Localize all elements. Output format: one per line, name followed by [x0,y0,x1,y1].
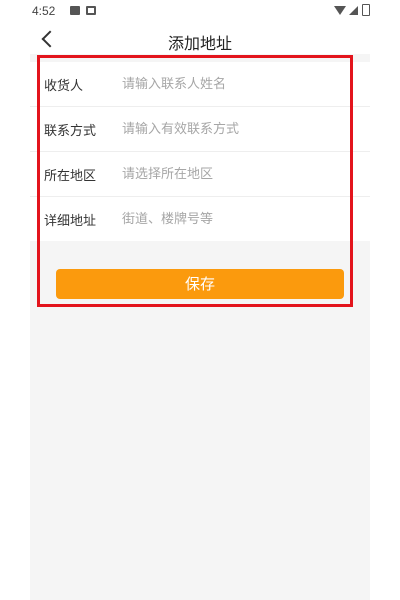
region-label: 所在地区 [44,168,97,184]
recipient-input[interactable] [120,75,370,93]
form-row-recipient[interactable]: 收货人 [30,62,370,107]
contact-input[interactable] [120,120,370,138]
form-row-address-detail[interactable]: 详细地址 [30,197,370,241]
signal-icon [349,6,358,15]
address-detail-label: 详细地址 [44,213,97,229]
contact-label: 联系方式 [44,123,97,139]
address-detail-input[interactable] [120,210,370,228]
address-form: 收货人 联系方式 所在地区 详细地址 [30,62,370,241]
status-bar: 4:52 [30,0,370,24]
wifi-icon [334,6,346,15]
notification-image-icon [70,6,80,15]
screen: 4:52 添加地址 收货人 联系方式 所在地区 详细地址 保存 [30,0,370,600]
battery-icon [362,4,370,16]
form-row-contact[interactable]: 联系方式 [30,107,370,152]
page-title: 添加地址 [167,34,232,53]
region-input[interactable] [120,165,370,183]
form-row-region[interactable]: 所在地区 [30,152,370,197]
recipient-label: 收货人 [44,78,84,94]
status-time: 4:52 [32,4,56,18]
notification-app-icon [86,6,96,15]
save-button[interactable]: 保存 [56,269,344,299]
save-button-container: 保存 [30,241,370,299]
nav-bar: 添加地址 [30,24,370,54]
